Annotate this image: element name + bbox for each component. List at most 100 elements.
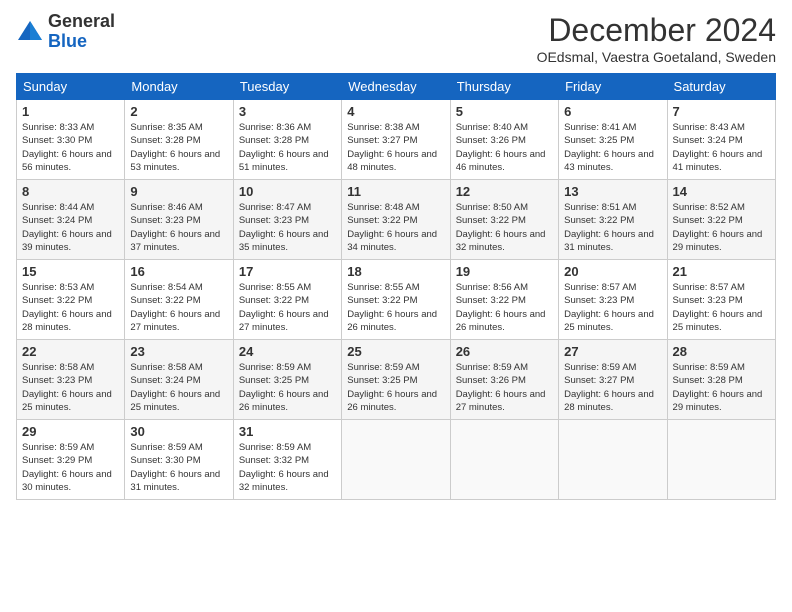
day-number: 8 (22, 184, 119, 199)
day-number: 2 (130, 104, 227, 119)
calendar-week-4: 22 Sunrise: 8:58 AMSunset: 3:23 PMDayligh… (17, 340, 776, 420)
col-header-monday: Monday (125, 74, 233, 100)
day-number: 15 (22, 264, 119, 279)
page: General Blue December 2024 OEdsmal, Vaes… (0, 0, 792, 612)
day-info: Sunrise: 8:59 AMSunset: 3:25 PMDaylight:… (239, 361, 336, 414)
day-info: Sunrise: 8:55 AMSunset: 3:22 PMDaylight:… (347, 281, 444, 334)
day-info: Sunrise: 8:58 AMSunset: 3:23 PMDaylight:… (22, 361, 119, 414)
table-row: 10Sunrise: 8:47 AMSunset: 3:23 PMDayligh… (233, 180, 341, 260)
calendar-week-3: 15 Sunrise: 8:53 AMSunset: 3:22 PMDayligh… (17, 260, 776, 340)
day-number: 31 (239, 424, 336, 439)
day-number: 27 (564, 344, 661, 359)
table-row: 11 Sunrise: 8:48 AMSunset: 3:22 PMDayligh… (342, 180, 450, 260)
day-number: 28 (673, 344, 770, 359)
col-header-tuesday: Tuesday (233, 74, 341, 100)
day-number: 7 (673, 104, 770, 119)
calendar-week-5: 29 Sunrise: 8:59 AMSunset: 3:29 PMDayligh… (17, 420, 776, 500)
calendar-week-2: 8 Sunrise: 8:44 AMSunset: 3:24 PMDaylight… (17, 180, 776, 260)
table-row (342, 420, 450, 500)
day-info: Sunrise: 8:40 AMSunset: 3:26 PMDaylight:… (456, 121, 553, 174)
col-header-saturday: Saturday (667, 74, 775, 100)
col-header-thursday: Thursday (450, 74, 558, 100)
day-info: Sunrise: 8:58 AMSunset: 3:24 PMDaylight:… (130, 361, 227, 414)
day-number: 25 (347, 344, 444, 359)
calendar-table: SundayMondayTuesdayWednesdayThursdayFrid… (16, 73, 776, 500)
day-number: 5 (456, 104, 553, 119)
table-row: 27Sunrise: 8:59 AMSunset: 3:27 PMDayligh… (559, 340, 667, 420)
title-block: December 2024 OEdsmal, Vaestra Goetaland… (537, 12, 776, 65)
day-number: 21 (673, 264, 770, 279)
day-number: 11 (347, 184, 444, 199)
day-number: 6 (564, 104, 661, 119)
day-info: Sunrise: 8:53 AMSunset: 3:22 PMDaylight:… (22, 281, 119, 334)
day-info: Sunrise: 8:54 AMSunset: 3:22 PMDaylight:… (130, 281, 227, 334)
table-row: 22 Sunrise: 8:58 AMSunset: 3:23 PMDayligh… (17, 340, 125, 420)
table-row: 6 Sunrise: 8:41 AMSunset: 3:25 PMDaylight… (559, 100, 667, 180)
day-number: 17 (239, 264, 336, 279)
day-number: 3 (239, 104, 336, 119)
day-number: 30 (130, 424, 227, 439)
day-info: Sunrise: 8:52 AMSunset: 3:22 PMDaylight:… (673, 201, 770, 254)
calendar-header-row: SundayMondayTuesdayWednesdayThursdayFrid… (17, 74, 776, 100)
col-header-wednesday: Wednesday (342, 74, 450, 100)
table-row: 30 Sunrise: 8:59 AMSunset: 3:30 PMDayligh… (125, 420, 233, 500)
day-info: Sunrise: 8:38 AMSunset: 3:27 PMDaylight:… (347, 121, 444, 174)
table-row: 18Sunrise: 8:55 AMSunset: 3:22 PMDayligh… (342, 260, 450, 340)
month-title: December 2024 (537, 12, 776, 49)
logo-general: General (48, 12, 115, 32)
logo-icon (16, 18, 44, 46)
day-info: Sunrise: 8:36 AMSunset: 3:28 PMDaylight:… (239, 121, 336, 174)
day-info: Sunrise: 8:48 AMSunset: 3:22 PMDaylight:… (347, 201, 444, 254)
table-row: 28Sunrise: 8:59 AMSunset: 3:28 PMDayligh… (667, 340, 775, 420)
day-number: 26 (456, 344, 553, 359)
table-row: 2 Sunrise: 8:35 AMSunset: 3:28 PMDaylight… (125, 100, 233, 180)
day-number: 14 (673, 184, 770, 199)
day-info: Sunrise: 8:59 AMSunset: 3:26 PMDaylight:… (456, 361, 553, 414)
logo-text: General Blue (48, 12, 115, 52)
table-row: 16 Sunrise: 8:54 AMSunset: 3:22 PMDayligh… (125, 260, 233, 340)
table-row: 5 Sunrise: 8:40 AMSunset: 3:26 PMDaylight… (450, 100, 558, 180)
day-info: Sunrise: 8:41 AMSunset: 3:25 PMDaylight:… (564, 121, 661, 174)
table-row: 21 Sunrise: 8:57 AMSunset: 3:23 PMDayligh… (667, 260, 775, 340)
col-header-sunday: Sunday (17, 74, 125, 100)
day-number: 4 (347, 104, 444, 119)
table-row: 8 Sunrise: 8:44 AMSunset: 3:24 PMDaylight… (17, 180, 125, 260)
day-number: 16 (130, 264, 227, 279)
day-info: Sunrise: 8:59 AMSunset: 3:30 PMDaylight:… (130, 441, 227, 494)
table-row: 13Sunrise: 8:51 AMSunset: 3:22 PMDayligh… (559, 180, 667, 260)
table-row (450, 420, 558, 500)
day-info: Sunrise: 8:35 AMSunset: 3:28 PMDaylight:… (130, 121, 227, 174)
table-row: 4 Sunrise: 8:38 AMSunset: 3:27 PMDaylight… (342, 100, 450, 180)
day-info: Sunrise: 8:47 AMSunset: 3:23 PMDaylight:… (239, 201, 336, 254)
table-row: 3 Sunrise: 8:36 AMSunset: 3:28 PMDaylight… (233, 100, 341, 180)
table-row: 14 Sunrise: 8:52 AMSunset: 3:22 PMDayligh… (667, 180, 775, 260)
table-row: 29 Sunrise: 8:59 AMSunset: 3:29 PMDayligh… (17, 420, 125, 500)
day-info: Sunrise: 8:59 AMSunset: 3:29 PMDaylight:… (22, 441, 119, 494)
table-row: 19Sunrise: 8:56 AMSunset: 3:22 PMDayligh… (450, 260, 558, 340)
day-info: Sunrise: 8:50 AMSunset: 3:22 PMDaylight:… (456, 201, 553, 254)
col-header-friday: Friday (559, 74, 667, 100)
day-info: Sunrise: 8:55 AMSunset: 3:22 PMDaylight:… (239, 281, 336, 334)
table-row: 17 Sunrise: 8:55 AMSunset: 3:22 PMDayligh… (233, 260, 341, 340)
day-info: Sunrise: 8:59 AMSunset: 3:32 PMDaylight:… (239, 441, 336, 494)
table-row: 7 Sunrise: 8:43 AMSunset: 3:24 PMDaylight… (667, 100, 775, 180)
table-row: 23Sunrise: 8:58 AMSunset: 3:24 PMDayligh… (125, 340, 233, 420)
table-row (559, 420, 667, 500)
day-number: 22 (22, 344, 119, 359)
table-row: 15 Sunrise: 8:53 AMSunset: 3:22 PMDayligh… (17, 260, 125, 340)
logo-blue: Blue (48, 32, 115, 52)
day-number: 20 (564, 264, 661, 279)
day-info: Sunrise: 8:51 AMSunset: 3:22 PMDaylight:… (564, 201, 661, 254)
day-number: 12 (456, 184, 553, 199)
day-info: Sunrise: 8:33 AMSunset: 3:30 PMDaylight:… (22, 121, 119, 174)
day-info: Sunrise: 8:44 AMSunset: 3:24 PMDaylight:… (22, 201, 119, 254)
day-info: Sunrise: 8:56 AMSunset: 3:22 PMDaylight:… (456, 281, 553, 334)
day-info: Sunrise: 8:57 AMSunset: 3:23 PMDaylight:… (673, 281, 770, 334)
table-row: 20Sunrise: 8:57 AMSunset: 3:23 PMDayligh… (559, 260, 667, 340)
table-row: 1Sunrise: 8:33 AMSunset: 3:30 PMDaylight… (17, 100, 125, 180)
day-info: Sunrise: 8:59 AMSunset: 3:25 PMDaylight:… (347, 361, 444, 414)
day-info: Sunrise: 8:43 AMSunset: 3:24 PMDaylight:… (673, 121, 770, 174)
table-row: 26 Sunrise: 8:59 AMSunset: 3:26 PMDayligh… (450, 340, 558, 420)
day-number: 29 (22, 424, 119, 439)
table-row (667, 420, 775, 500)
